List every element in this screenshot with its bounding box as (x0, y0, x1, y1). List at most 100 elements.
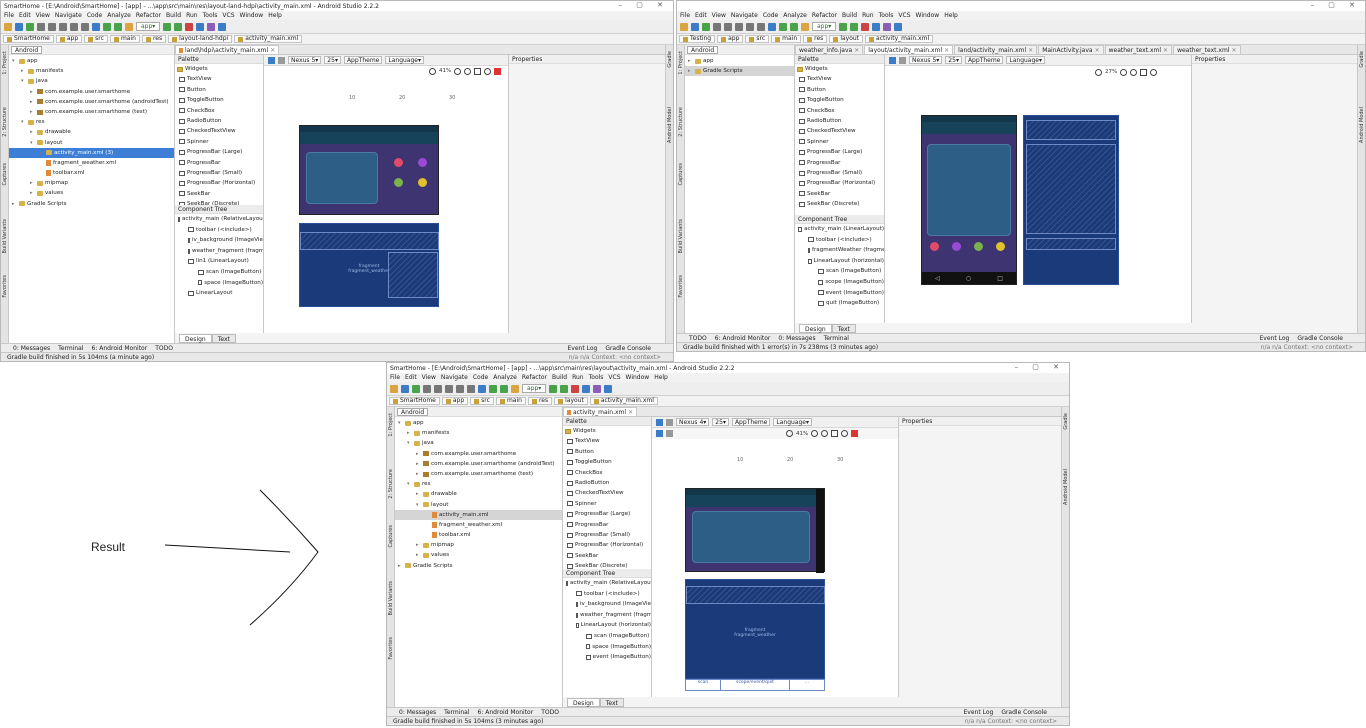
api-select[interactable]: 25▾ (324, 56, 341, 64)
breadcrumb-item[interactable]: res (141, 35, 167, 43)
layout-canvas[interactable]: Nexus 4▾ 25▾ AppTheme Language▾ 41% 10 2… (652, 417, 898, 697)
palette-item[interactable]: ProgressBar (175, 158, 263, 168)
tree-node[interactable]: ▾ res (9, 117, 174, 127)
tree-node[interactable]: ▸ drawable (9, 127, 174, 137)
pan-icon[interactable] (1150, 68, 1158, 76)
palette-item[interactable]: ProgressBar (Horizontal) (175, 178, 263, 188)
tool-strip-tab[interactable]: Favorites (388, 637, 394, 660)
design-tab[interactable]: Design (567, 697, 600, 707)
breadcrumb-item[interactable]: activity_main.xml (589, 397, 658, 405)
design-view-icon[interactable] (656, 418, 663, 426)
close-icon[interactable]: ✕ (1095, 46, 1100, 55)
palette-item[interactable]: Button (563, 447, 651, 457)
expand-arrow-icon[interactable]: ▸ (688, 56, 693, 66)
breadcrumb-item[interactable]: activity_main.xml (234, 35, 303, 43)
component-node[interactable]: LinearLayout (horizontal) (795, 256, 884, 267)
design-view-icon[interactable] (268, 56, 275, 64)
breadcrumb-item[interactable]: main (771, 35, 802, 43)
expand-arrow-icon[interactable]: ▸ (416, 550, 421, 560)
design-tab[interactable]: Design (179, 333, 212, 343)
palette-item[interactable]: TextView (795, 74, 884, 84)
save-icon[interactable] (15, 22, 23, 31)
cut-icon[interactable] (59, 22, 67, 31)
expand-arrow-icon[interactable]: ▸ (407, 428, 412, 438)
blueprint-view-icon[interactable] (666, 418, 673, 426)
palette-category[interactable]: Widgets (563, 426, 651, 436)
palette-item[interactable]: ProgressBar (Small) (175, 168, 263, 178)
expand-arrow-icon[interactable]: ▸ (416, 489, 421, 499)
menu-item[interactable]: File (390, 374, 400, 381)
tree-node[interactable]: ▾ java (9, 76, 174, 86)
copy-icon[interactable] (456, 384, 464, 393)
quit-button-icon[interactable] (418, 178, 427, 187)
palette-item[interactable]: ToggleButton (563, 457, 651, 467)
component-node[interactable]: toolbar (<include>) (563, 589, 651, 600)
tool-window-tab[interactable]: TODO (155, 345, 173, 352)
undo-icon[interactable] (37, 22, 45, 31)
menu-item[interactable]: Tools (879, 12, 894, 19)
error-icon[interactable] (494, 67, 502, 75)
tool-window-tab[interactable]: 6: Android Monitor (478, 709, 534, 716)
component-node[interactable]: toolbar (<include>) (795, 235, 884, 246)
palette-item[interactable]: Spinner (563, 499, 651, 509)
palette-item[interactable]: ToggleButton (795, 95, 884, 105)
expand-arrow-icon[interactable]: ▸ (30, 87, 35, 97)
api-select[interactable]: 25▾ (945, 56, 962, 64)
breadcrumb-item[interactable]: layout-land-hdpi (168, 35, 233, 43)
palette-item[interactable]: CheckedTextView (563, 488, 651, 498)
tree-node[interactable]: toolbar.xml (9, 168, 174, 178)
palette-item[interactable]: CheckedTextView (795, 126, 884, 136)
breadcrumb-item[interactable]: main (109, 35, 140, 43)
run-config-select[interactable]: app ▾ (136, 22, 161, 31)
component-node[interactable]: event (ImageButton) (795, 288, 884, 299)
breadcrumb-item[interactable]: src (470, 397, 494, 405)
menu-item[interactable]: Navigate (441, 374, 468, 381)
sdk-manager-icon[interactable] (872, 22, 881, 31)
tool-window-tab[interactable]: Gradle Console (1001, 709, 1047, 716)
device-select[interactable]: Nexus 5▾ (288, 56, 322, 64)
tree-node[interactable]: ▸ drawable (395, 489, 562, 499)
menu-item[interactable]: View (36, 12, 50, 19)
tool-strip-tab[interactable]: Favorites (2, 275, 8, 298)
breadcrumb-item[interactable]: main (495, 397, 526, 405)
palette-item[interactable]: CheckedTextView (175, 126, 263, 136)
help-icon[interactable] (604, 384, 613, 393)
device-select[interactable]: Nexus 5▾ (909, 56, 943, 64)
landscape-preview[interactable] (299, 125, 439, 215)
palette-item[interactable]: ProgressBar (795, 158, 884, 168)
run-icon[interactable] (839, 22, 848, 31)
forward-icon[interactable] (500, 384, 508, 393)
project-view-dropdown[interactable]: Android (687, 45, 719, 54)
close-icon[interactable]: ✕ (1231, 46, 1236, 55)
window-controls[interactable]: – ▢ ✕ (1311, 1, 1361, 9)
component-node[interactable]: weather_fragment (fragment) (175, 246, 263, 257)
quit-button-icon[interactable] (996, 242, 1005, 251)
fragment-preview[interactable]: fragment fragment_weather (685, 579, 825, 679)
menu-item[interactable]: Build (842, 12, 857, 19)
component-node[interactable]: activity_main (RelativeLayout) (563, 578, 651, 589)
fragment-preview[interactable]: fragment fragment_weather (299, 223, 439, 307)
sdk-manager-icon[interactable] (582, 384, 591, 393)
menu-item[interactable]: Refactor (522, 374, 547, 381)
sync-icon[interactable] (702, 22, 710, 31)
expand-arrow-icon[interactable]: ▸ (21, 66, 26, 76)
component-node[interactable]: fragmentWeather (fragment) (795, 245, 884, 256)
menu-item[interactable]: Tools (203, 12, 218, 19)
debug-icon[interactable] (560, 384, 569, 393)
window-controls[interactable]: – ▢ ✕ (619, 1, 669, 9)
component-node[interactable]: iv_background (ImageView) (563, 599, 651, 610)
tree-node[interactable]: ▸ com.example.user.smarthome (androidTest… (395, 459, 562, 469)
menu-item[interactable]: View (422, 374, 436, 381)
scope-button-icon[interactable] (418, 158, 427, 167)
tool-strip-tab[interactable]: 2: Structure (678, 107, 684, 137)
menu-item[interactable]: VCS (898, 12, 910, 19)
open-icon[interactable] (4, 22, 12, 31)
scan-button-icon[interactable] (930, 242, 939, 251)
screenshot-icon[interactable] (831, 430, 839, 437)
editor-tab[interactable]: weather_info.java ✕ (795, 45, 864, 54)
back-nav-icon[interactable]: ◁ (935, 275, 940, 282)
pan-icon[interactable] (484, 67, 492, 75)
breadcrumb-item[interactable]: res (527, 397, 553, 405)
language-select[interactable]: Language▾ (385, 56, 425, 64)
make-icon[interactable] (511, 384, 519, 393)
